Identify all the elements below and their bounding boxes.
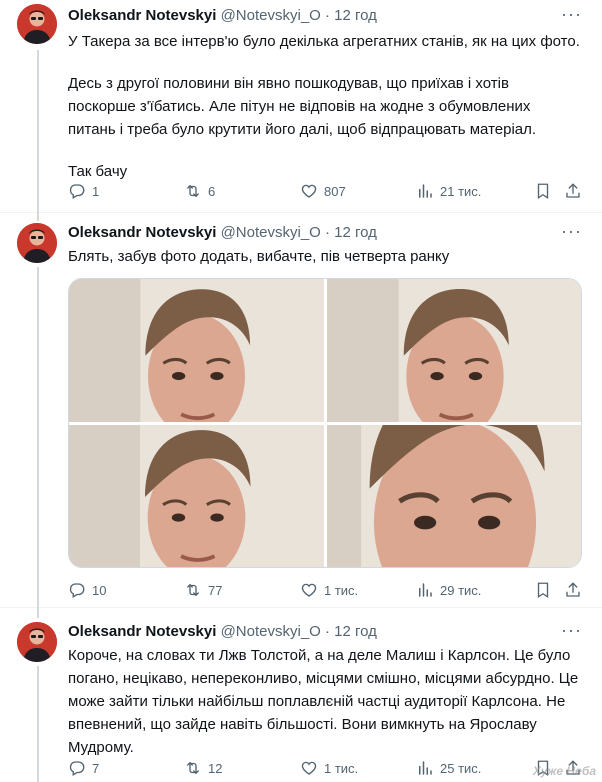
reply-icon (68, 581, 86, 599)
heart-icon (300, 581, 318, 599)
repost-button[interactable]: 77 (184, 580, 222, 600)
like-count: 807 (324, 183, 346, 199)
more-icon[interactable]: ··· (561, 4, 582, 24)
author-name[interactable]: Oleksandr Notevskyi (68, 224, 216, 241)
author-name[interactable]: Oleksandr Notevskyi (68, 7, 216, 24)
tweet-paragraph: Блять, забув фото додать, вибачте, пів ч… (68, 248, 450, 265)
reply-icon (68, 182, 86, 200)
tweet-paragraph: У Такера за все інтерв'ю було декілька а… (68, 33, 580, 50)
views-icon (416, 581, 434, 599)
author-name[interactable]: Oleksandr Notevskyi (68, 623, 216, 640)
author-handle[interactable]: @Notevskyi_O (221, 224, 321, 241)
tweet-header: Oleksandr Notevskyi @Notevskyi_O · 12 го… (68, 620, 582, 642)
like-button[interactable]: 807 (300, 181, 346, 201)
thread-line (37, 666, 39, 782)
reply-count: 7 (92, 760, 100, 776)
tweet-actions: 7 12 1 тис. 25 тис. (68, 758, 584, 778)
tweet-actions: 10 77 1 тис. 29 тис. (68, 580, 584, 600)
share-button[interactable] (564, 580, 588, 600)
views-icon (416, 182, 434, 200)
reply-count: 1 (92, 183, 100, 199)
photo-4[interactable] (327, 425, 582, 568)
bookmark-button[interactable] (534, 181, 558, 201)
heart-icon (300, 759, 318, 777)
timestamp[interactable]: · 12 год (325, 224, 377, 241)
more-icon[interactable]: ··· (561, 221, 582, 241)
bookmark-icon (534, 581, 552, 599)
reply-count: 10 (92, 582, 107, 598)
tweet-paragraph: Короче, на словах ти Лжв Толстой, а на д… (68, 647, 579, 756)
photo-2[interactable] (327, 279, 581, 422)
timestamp[interactable]: · 12 год (325, 7, 377, 24)
tweet-paragraph: Десь з другої половини він явно пошкодув… (68, 75, 537, 138)
reply-button[interactable]: 1 (68, 181, 99, 201)
thread-line (37, 267, 39, 608)
views-button[interactable]: 25 тис. (416, 758, 481, 778)
repost-icon (184, 759, 202, 777)
repost-icon (184, 182, 202, 200)
repost-button[interactable]: 6 (184, 181, 215, 201)
views-count: 29 тис. (440, 582, 482, 598)
tweet-paragraph: Так бачу (68, 163, 128, 180)
like-button[interactable]: 1 тис. (300, 758, 358, 778)
repost-count: 6 (208, 183, 216, 199)
bookmark-icon (534, 182, 552, 200)
repost-button[interactable]: 12 (184, 758, 222, 778)
tweet-actions: 1 6 807 21 тис. (68, 181, 584, 201)
share-icon (564, 581, 582, 599)
repost-icon (184, 581, 202, 599)
views-button[interactable]: 21 тис. (416, 181, 481, 201)
tweet-spacer (68, 53, 580, 72)
like-count: 1 тис. (324, 760, 359, 776)
avatar[interactable] (17, 223, 57, 263)
tweet-3[interactable]: Oleksandr Notevskyi @Notevskyi_O · 12 го… (0, 608, 602, 782)
reply-button[interactable]: 7 (68, 758, 99, 778)
avatar[interactable] (17, 4, 57, 44)
bookmark-button[interactable] (534, 580, 558, 600)
share-button[interactable] (564, 181, 588, 201)
like-count: 1 тис. (324, 582, 359, 598)
tweet-text: Короче, на словах ти Лжв Толстой, а на д… (68, 644, 580, 759)
timestamp[interactable]: · 12 год (325, 623, 377, 640)
reply-button[interactable]: 10 (68, 580, 106, 600)
thread-line (37, 213, 39, 221)
watermark: Хуже Неба (532, 764, 596, 778)
share-icon (564, 182, 582, 200)
reply-icon (68, 759, 86, 777)
tweet-text: У Такера за все інтерв'ю було декілька а… (68, 30, 580, 183)
tweet-header: Oleksandr Notevskyi @Notevskyi_O · 12 го… (68, 4, 582, 26)
photo-3[interactable] (69, 425, 324, 567)
author-handle[interactable]: @Notevskyi_O (221, 7, 321, 24)
tweet-spacer (68, 141, 580, 160)
avatar[interactable] (17, 622, 57, 662)
author-handle[interactable]: @Notevskyi_O (221, 623, 321, 640)
views-button[interactable]: 29 тис. (416, 580, 481, 600)
thread-line (37, 50, 39, 213)
tweet-text: Блять, забув фото додать, вибачте, пів ч… (68, 245, 580, 268)
like-button[interactable]: 1 тис. (300, 580, 358, 600)
photo-grid (68, 278, 582, 568)
tweet-1[interactable]: Oleksandr Notevskyi @Notevskyi_O · 12 го… (0, 0, 602, 213)
tweet-header: Oleksandr Notevskyi @Notevskyi_O · 12 го… (68, 221, 582, 243)
views-icon (416, 759, 434, 777)
repost-count: 12 (208, 760, 223, 776)
tweet-2[interactable]: Oleksandr Notevskyi @Notevskyi_O · 12 го… (0, 213, 602, 608)
more-icon[interactable]: ··· (561, 620, 582, 640)
views-count: 21 тис. (440, 183, 482, 199)
thread-line (37, 608, 39, 618)
photo-1[interactable] (69, 279, 324, 422)
repost-count: 77 (208, 582, 223, 598)
views-count: 25 тис. (440, 760, 482, 776)
heart-icon (300, 182, 318, 200)
